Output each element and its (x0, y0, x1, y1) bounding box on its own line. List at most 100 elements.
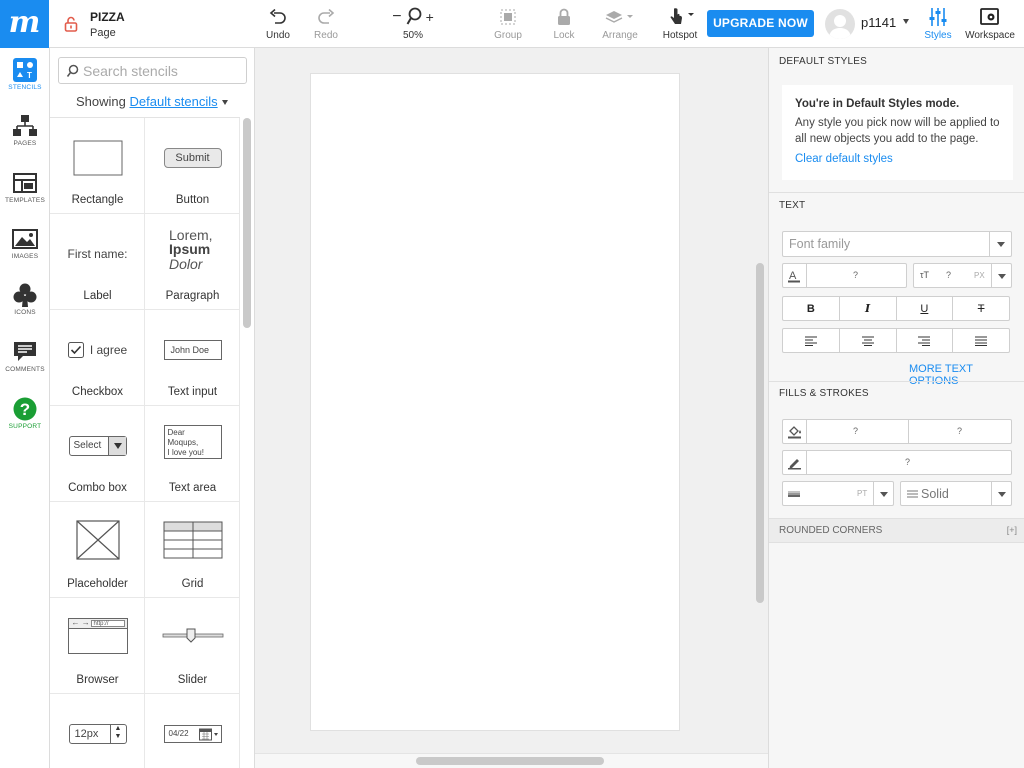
svg-text:A: A (789, 270, 797, 282)
stencil-checkbox[interactable]: I agree Checkbox (50, 310, 145, 406)
workspace-tab[interactable]: Workspace (962, 6, 1018, 41)
workspace-label: Workspace (965, 30, 1015, 41)
align-left-icon (804, 336, 817, 346)
stencil-text-input[interactable]: John Doe Text input (145, 310, 240, 406)
rounded-corners-section[interactable]: ROUNDED CORNERS [+] (769, 518, 1024, 543)
redo-button[interactable]: Redo (310, 6, 342, 41)
stencil-browser[interactable]: ← → http:// Browser (50, 598, 145, 694)
fill-color-field[interactable]: ? ? (782, 419, 1012, 444)
canvas-vertical-scrollbar[interactable] (756, 263, 764, 603)
nav-comments[interactable]: COMMENTS (0, 338, 50, 373)
page-canvas[interactable] (310, 73, 680, 731)
paragraph-preview-line1: Lorem, (169, 227, 213, 243)
stencil-button[interactable]: Submit Button (145, 118, 240, 214)
svg-text:T: T (27, 71, 32, 80)
sliders-icon (929, 8, 947, 26)
styles-panel: DEFAULT STYLES You're in Default Styles … (768, 48, 1024, 768)
canvas-area (255, 48, 768, 768)
lock-button[interactable]: Lock (546, 6, 582, 41)
stencil-slider[interactable]: Slider (145, 598, 240, 694)
stroke-color-field[interactable]: ? (782, 450, 1012, 475)
nav-templates[interactable]: TEMPLATES (0, 169, 50, 204)
font-size-field[interactable]: τT ? PX (913, 263, 1012, 288)
help-icon: ? (13, 397, 37, 421)
stroke-width-field[interactable]: PT (782, 481, 894, 506)
chevron-down-icon[interactable] (221, 100, 228, 106)
stencil-set-link[interactable]: Default stencils (130, 94, 218, 109)
align-right-button[interactable] (897, 329, 954, 352)
fill-value-2[interactable]: ? (957, 426, 962, 436)
canvas-horizontal-scrollbar[interactable] (416, 757, 604, 765)
align-justify-button[interactable] (953, 329, 1009, 352)
stencil-rectangle[interactable]: Rectangle (50, 118, 145, 214)
divider (769, 381, 1024, 382)
paragraph-preview-line3: Dolor (169, 256, 203, 272)
stencil-placeholder[interactable]: Placeholder (50, 502, 145, 598)
font-size-unit: PX (974, 271, 985, 280)
strikethrough-button[interactable]: T (953, 297, 1009, 320)
zoom-in-button[interactable]: + (426, 9, 434, 25)
text-section-title: TEXT (779, 200, 806, 211)
stencil-label-item[interactable]: First name: Label (50, 214, 145, 310)
stencil-paragraph[interactable]: Lorem, Ipsum Dolor Paragraph (145, 214, 240, 310)
stencils-icon: T (13, 58, 37, 82)
search-input[interactable] (83, 61, 243, 80)
stencil-grid-item[interactable]: Grid (145, 502, 240, 598)
stroke-style-select[interactable]: Solid (900, 481, 1012, 506)
avatar[interactable] (825, 9, 855, 39)
fills-strokes-title: FILLS & STROKES (779, 388, 869, 399)
stencil-number-stepper[interactable]: 12px ▲ ▼ (50, 694, 145, 768)
font-color-value: ? (853, 270, 859, 280)
default-styles-info: You're in Default Styles mode. Any style… (782, 85, 1013, 180)
zoom-level[interactable]: 50% (388, 30, 438, 41)
upgrade-button[interactable]: UPGRADE NOW (707, 10, 814, 37)
moqups-logo[interactable]: m (0, 0, 49, 48)
chevron-down-icon (998, 492, 1006, 497)
nav-templates-label: TEMPLATES (5, 197, 45, 204)
arrange-button[interactable]: Arrange (598, 6, 642, 41)
align-right-icon (918, 336, 931, 346)
nav-stencils[interactable]: T STENCILS (0, 56, 50, 91)
unlocked-icon[interactable] (64, 16, 78, 32)
underline-button[interactable]: U (897, 297, 954, 320)
align-center-button[interactable] (840, 329, 897, 352)
undo-button[interactable]: Undo (262, 6, 294, 41)
stepper-preview-text: 12px (74, 728, 99, 740)
font-color-field[interactable]: A ? (782, 263, 907, 288)
nav-stencils-label: STENCILS (8, 84, 42, 91)
stencil-text-area[interactable]: Dear Moqups, I love you! Text area (145, 406, 240, 502)
italic-button[interactable]: I (840, 297, 897, 320)
expand-toggle[interactable]: [+] (1007, 525, 1017, 535)
username[interactable]: p1141 (861, 15, 896, 30)
chevron-down-icon (998, 274, 1006, 279)
nav-pages[interactable]: PAGES (0, 112, 50, 147)
text-area-preview-line1: Dear Moqups, (167, 428, 199, 447)
project-name[interactable]: PIZZA (90, 10, 125, 24)
nav-support[interactable]: ? SUPPORT (0, 395, 50, 430)
stencil-label: Combo box (68, 482, 127, 494)
styles-tab[interactable]: Styles (920, 6, 956, 41)
stencil-date-picker[interactable]: 04/22 (145, 694, 240, 768)
lock-label: Lock (553, 30, 575, 41)
nav-images[interactable]: IMAGES (0, 225, 50, 260)
button-preview: Submit (163, 148, 222, 168)
nav-icons[interactable]: ICONS (0, 281, 50, 316)
font-family-select[interactable]: Font family (782, 231, 1012, 257)
bold-button[interactable]: B (783, 297, 840, 320)
group-button[interactable]: Group (490, 6, 526, 41)
page-name[interactable]: Page (90, 27, 116, 39)
clear-default-styles-link[interactable]: Clear default styles (795, 153, 893, 165)
zoom-control: − + 50% (388, 6, 438, 41)
text-area-preview-line2: I love you! (167, 448, 204, 457)
more-text-options-link[interactable]: MORE TEXT OPTIONS (909, 363, 1024, 387)
align-left-button[interactable] (783, 329, 840, 352)
combo-box-arrow-icon (107, 437, 126, 455)
stencil-combo-box[interactable]: Select Combo box (50, 406, 145, 502)
hotspot-button[interactable]: Hotspot (658, 6, 702, 41)
zoom-out-button[interactable]: − (392, 9, 401, 25)
stroke-width-unit: PT (857, 489, 868, 498)
user-menu-caret-icon[interactable] (903, 19, 909, 24)
align-justify-icon (975, 336, 988, 346)
calendar-icon (198, 728, 218, 741)
stencils-scrollbar[interactable] (243, 118, 251, 328)
